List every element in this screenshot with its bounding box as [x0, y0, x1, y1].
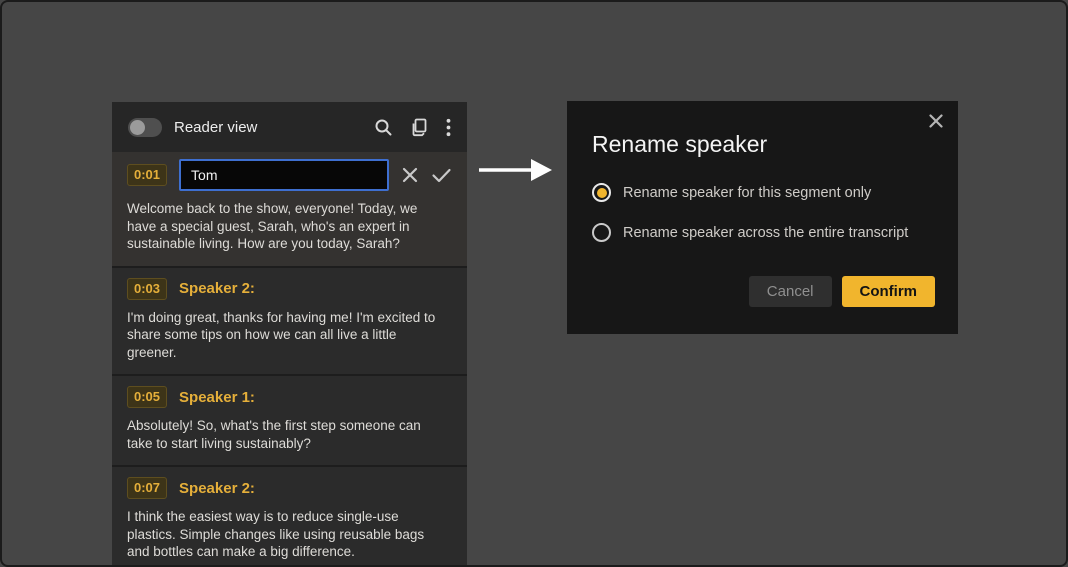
radio-option-label: Rename speaker across the entire transcr… [623, 224, 909, 241]
speaker-label[interactable]: Speaker 2: [179, 480, 255, 497]
cancel-edit-icon[interactable] [401, 166, 419, 184]
radio-selected-icon [592, 183, 611, 202]
reader-view-label: Reader view [174, 118, 258, 136]
flow-arrow-icon [476, 154, 556, 191]
timestamp-badge[interactable]: 0:03 [127, 277, 168, 300]
confirm-edit-icon[interactable] [431, 166, 452, 184]
search-icon[interactable] [374, 118, 393, 137]
timestamp-badge[interactable]: 0:07 [127, 477, 168, 499]
segment-text: I'm doing great, thanks for having me! I… [127, 309, 436, 360]
transcript-panel: Reader view 0:01 Tom Welcome back to the… [112, 102, 467, 565]
transcript-segment-editing: 0:01 Welcome back to the show, everyone!… [112, 152, 467, 266]
timestamp-badge[interactable]: 0:05 [127, 386, 168, 408]
toolbar-icons [374, 118, 451, 137]
dialog-close-icon[interactable] [927, 112, 945, 130]
rename-scope-options: Rename speaker for this segment only Ren… [592, 183, 933, 242]
copy-icon[interactable] [410, 118, 429, 137]
speaker-name-input[interactable] [179, 159, 389, 191]
transcript-segment[interactable]: 0:03 Speaker 2: I'm doing great, thanks … [112, 267, 467, 374]
dialog-buttons: Cancel Confirm [748, 276, 935, 307]
radio-unselected-icon [592, 223, 611, 242]
segment-text: I think the easiest way is to reduce sin… [127, 509, 425, 559]
cancel-button[interactable]: Cancel [748, 276, 832, 307]
transcript-segment[interactable]: 0:05 Speaker 1: Absolutely! So, what's t… [112, 376, 467, 465]
radio-option-segment-only[interactable]: Rename speaker for this segment only [592, 183, 933, 202]
transcript-toolbar: Reader view [112, 102, 467, 152]
dialog-title: Rename speaker [592, 131, 768, 157]
radio-option-entire-transcript[interactable]: Rename speaker across the entire transcr… [592, 223, 933, 242]
toggle-knob [130, 119, 145, 135]
timestamp-badge[interactable]: 0:01 [127, 164, 168, 186]
reader-view-toggle[interactable] [128, 117, 162, 137]
app-screen: Reader view 0:01 Tom Welcome back to the… [0, 0, 1068, 567]
segment-text: Welcome back to the show, everyone! Toda… [127, 201, 418, 251]
overflow-menu-icon[interactable] [446, 118, 451, 137]
confirm-button[interactable]: Confirm [841, 276, 935, 307]
rename-speaker-dialog: Rename speaker Rename speaker for this s… [567, 101, 958, 334]
segment-text: Absolutely! So, what's the first step so… [127, 418, 421, 451]
speaker-label[interactable]: Speaker 2: [179, 280, 255, 297]
speaker-label[interactable]: Speaker 1: [179, 389, 255, 406]
radio-option-label: Rename speaker for this segment only [623, 184, 872, 201]
transcript-segment[interactable]: 0:07 Speaker 2: I think the easiest way … [112, 467, 467, 565]
